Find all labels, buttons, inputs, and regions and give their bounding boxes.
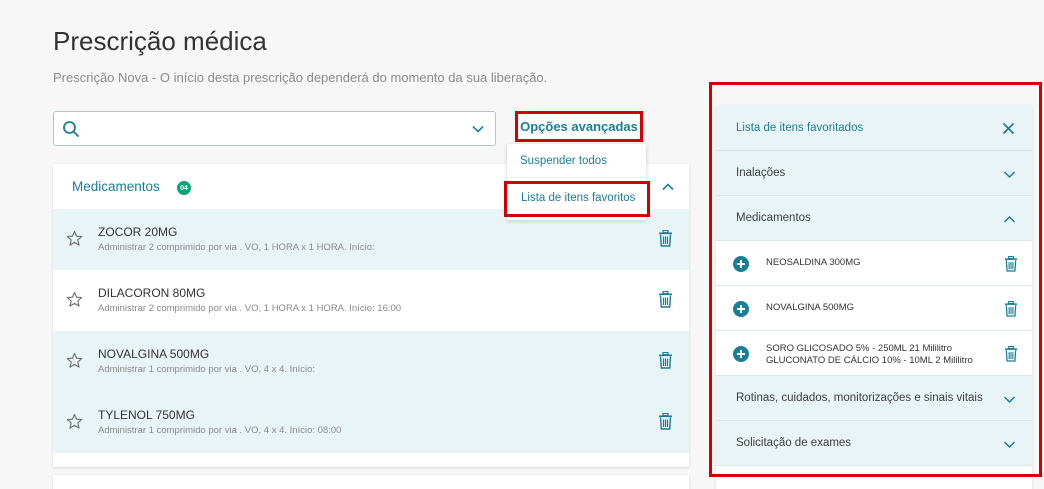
- medication-row[interactable]: DILACORON 80MG Administrar 2 comprimido …: [53, 270, 689, 331]
- search-field[interactable]: [53, 111, 496, 146]
- medication-description: Administrar 2 comprimido por via . VO, 1…: [98, 242, 375, 253]
- trash-icon[interactable]: [658, 291, 673, 308]
- medication-description: Administrar 1 comprimido por via . VO, 4…: [98, 425, 342, 436]
- trash-icon[interactable]: [658, 352, 673, 369]
- medications-card-title: Medicamentos: [72, 179, 160, 194]
- star-icon[interactable]: [66, 413, 83, 430]
- medication-description: Administrar 2 comprimido por via . VO, 1…: [98, 303, 402, 314]
- medication-name: TYLENOL 750MG: [98, 408, 195, 422]
- page-subtitle: Prescrição Nova - O início desta prescri…: [53, 70, 548, 85]
- medication-row[interactable]: NOVALGINA 500MG Administrar 1 comprimido…: [53, 331, 689, 392]
- medication-name: ZOCOR 20MG: [98, 225, 178, 239]
- medication-row[interactable]: TYLENOL 750MG Administrar 1 comprimido p…: [53, 392, 689, 453]
- trash-icon[interactable]: [658, 230, 673, 247]
- chevron-down-icon[interactable]: [471, 122, 485, 136]
- favorites-panel-highlight: [709, 82, 1042, 477]
- chevron-up-icon[interactable]: [661, 180, 675, 194]
- next-section-card: [53, 475, 689, 489]
- medication-name: DILACORON 80MG: [98, 286, 206, 300]
- advanced-options-button[interactable]: Opções avançadas: [515, 111, 643, 142]
- search-icon: [63, 121, 79, 137]
- star-icon[interactable]: [66, 352, 83, 369]
- medication-name: NOVALGINA 500MG: [98, 347, 210, 361]
- medication-description: Administrar 1 comprimido por via . VO, 4…: [98, 364, 315, 375]
- advanced-options-menu: Suspender todos Lista de itens favoritos: [504, 144, 650, 220]
- page-title: Prescrição médica: [53, 26, 267, 56]
- menu-item-suspend-all[interactable]: Suspender todos: [507, 144, 646, 178]
- star-icon[interactable]: [66, 291, 83, 308]
- count-badge: 04: [177, 181, 191, 195]
- search-input[interactable]: [88, 118, 448, 140]
- trash-icon[interactable]: [658, 413, 673, 430]
- star-icon[interactable]: [66, 230, 83, 247]
- menu-item-favorites-list[interactable]: Lista de itens favoritos: [504, 181, 650, 217]
